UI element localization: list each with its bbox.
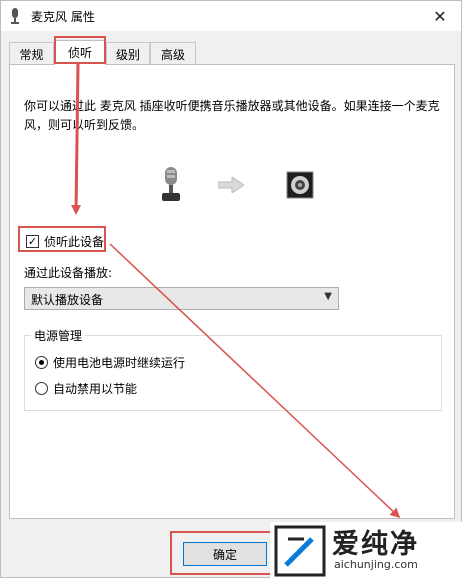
dropdown-arrow-icon[interactable]: ▼	[324, 291, 332, 302]
radio-label-continue[interactable]: 使用电池电源时继续运行	[53, 354, 185, 371]
tab-listen[interactable]: 侦听	[54, 40, 106, 65]
listen-checkbox[interactable]: ✓	[26, 235, 39, 248]
checkmark-icon: ✓	[27, 235, 38, 248]
properties-window: 麦克风 属性 ✕ 常规 侦听 级别 高级 你可以通过此 麦克风 插座收听便携音乐…	[0, 0, 462, 578]
listen-tab-panel: 你可以通过此 麦克风 插座收听便携音乐播放器或其他设备。如果连接一个麦克风，则可…	[9, 64, 455, 519]
watermark-logo-icon	[274, 525, 326, 577]
playback-device-select[interactable]: 默认播放设备 ▼	[24, 287, 339, 310]
radio-auto-disable[interactable]: 自动禁用以节能	[35, 380, 137, 397]
playback-label: 通过此设备播放:	[24, 266, 113, 280]
watermark-text: 爱纯净	[332, 529, 419, 560]
arrow-right-icon	[218, 177, 244, 193]
listen-checkbox-row[interactable]: ✓ 侦听此设备	[26, 233, 104, 250]
radio-continue-on-battery[interactable]: 使用电池电源时继续运行	[35, 354, 185, 371]
description-text: 你可以通过此 麦克风 插座收听便携音乐播放器或其他设备。如果连接一个麦克风，则可…	[24, 99, 440, 132]
radio-label-disable[interactable]: 自动禁用以节能	[53, 380, 137, 397]
window-title: 麦克风 属性	[31, 10, 95, 24]
site-watermark: 爱纯净 aichunjing.com	[270, 522, 462, 578]
ok-button[interactable]: 确定	[183, 542, 267, 566]
speaker-icon	[286, 171, 314, 199]
playback-selected-value: 默认播放设备	[31, 293, 104, 307]
power-management-group: 电源管理 使用电池电源时继续运行 自动禁用以节能	[24, 327, 442, 411]
watermark-url: aichunjing.com	[334, 558, 418, 571]
tab-general[interactable]: 常规	[9, 42, 54, 64]
tab-advanced[interactable]: 高级	[150, 42, 196, 64]
device-diagram	[10, 165, 456, 205]
tab-levels[interactable]: 级别	[106, 42, 150, 64]
title-bar: 麦克风 属性 ✕	[1, 1, 461, 31]
microphone-title-icon	[11, 8, 19, 24]
listen-checkbox-label[interactable]: 侦听此设备	[44, 233, 104, 250]
close-button[interactable]: ✕	[419, 1, 461, 31]
power-group-title: 电源管理	[31, 327, 86, 344]
radio-button-selected[interactable]	[35, 356, 48, 369]
close-icon[interactable]: ✕	[433, 7, 446, 26]
radio-button[interactable]	[35, 382, 48, 395]
microphone-icon	[162, 167, 180, 201]
